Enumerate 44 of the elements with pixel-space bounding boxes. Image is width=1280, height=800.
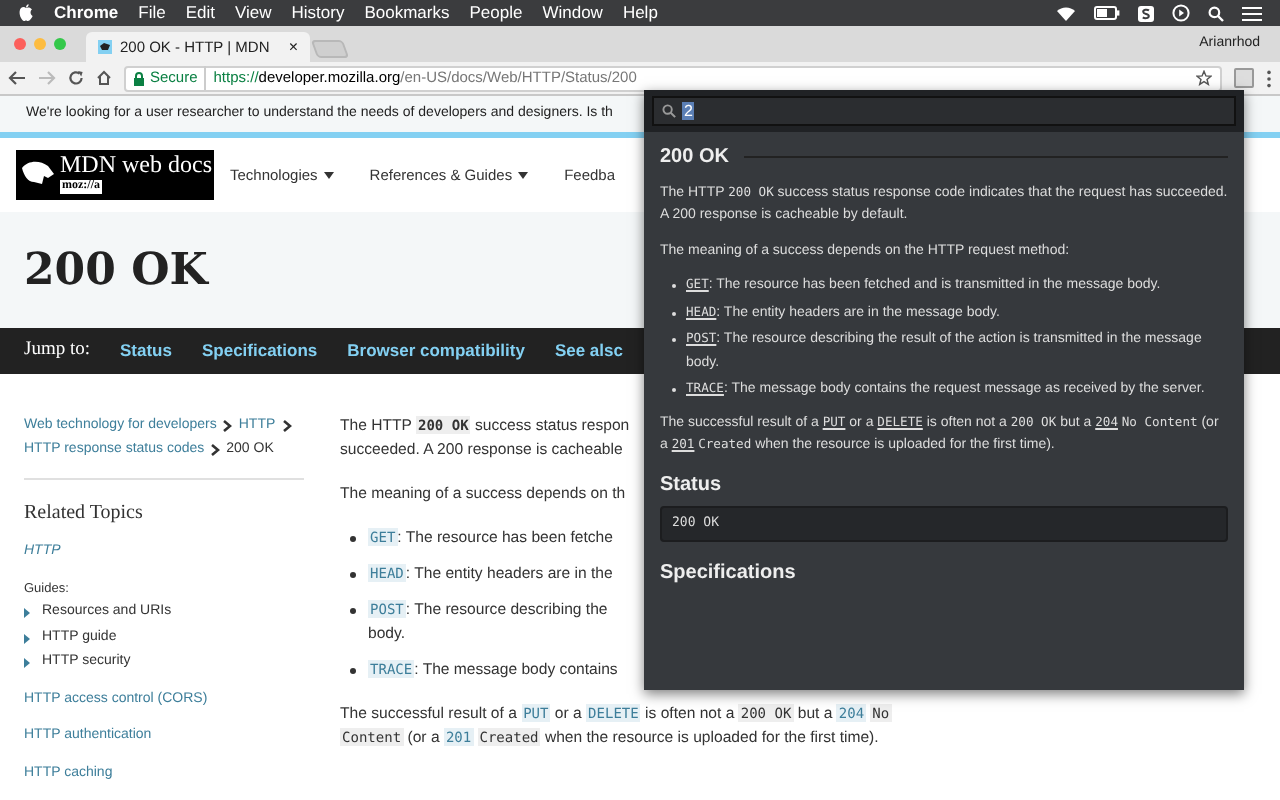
menu-item[interactable]: Bookmarks — [364, 0, 450, 26]
menu-item[interactable]: Window — [542, 0, 603, 26]
bullet-icon — [350, 536, 356, 542]
logo-title: MDN web docs — [60, 150, 212, 178]
menu-item[interactable]: People — [469, 0, 523, 26]
play-icon[interactable] — [1172, 4, 1190, 22]
lock-icon — [134, 71, 144, 85]
apple-icon[interactable] — [18, 4, 34, 22]
battery-icon[interactable] — [1094, 6, 1120, 20]
bullet-icon — [350, 608, 356, 614]
star-icon[interactable] — [1196, 70, 1212, 86]
triangle-icon[interactable] — [24, 633, 30, 643]
close-tab-button[interactable]: × — [288, 35, 298, 59]
wifi-icon[interactable] — [1056, 5, 1076, 21]
back-icon[interactable] — [8, 70, 26, 86]
jump-link[interactable]: See alsc — [554, 338, 623, 364]
chevron-icon — [281, 420, 292, 432]
search-icon — [662, 104, 676, 118]
menu-item[interactable]: History — [291, 0, 345, 26]
more-icon[interactable] — [1266, 69, 1272, 87]
jump-link[interactable]: Status — [120, 338, 172, 364]
jump-link[interactable]: Specifications — [201, 338, 318, 364]
home-icon[interactable] — [96, 70, 112, 86]
page-title: 200 OK — [24, 241, 208, 299]
menu-item[interactable]: Chrome — [54, 0, 119, 26]
search-icon[interactable] — [1208, 5, 1224, 21]
popup-title: 200 OK — [660, 146, 729, 169]
triangle-icon[interactable] — [24, 608, 30, 618]
menu-item[interactable]: Help — [622, 0, 658, 26]
list-icon[interactable] — [1242, 5, 1262, 21]
menu-item[interactable]: File — [138, 0, 166, 26]
sidebar-heading: Related Topics — [24, 500, 145, 528]
search-field[interactable]: 2 — [652, 96, 1236, 126]
jump-label: Jump to: — [24, 338, 90, 365]
jump-link[interactable]: Browser compatibility — [347, 338, 525, 364]
triangle-icon[interactable] — [24, 658, 30, 668]
menu-item[interactable]: View — [234, 0, 272, 26]
bullet-icon — [350, 572, 356, 578]
menu-item[interactable]: Edit — [185, 0, 215, 26]
status-heading: Status — [660, 473, 724, 496]
specifications-heading: Specifications — [660, 561, 798, 584]
reload-icon[interactable] — [68, 70, 84, 86]
app-icon[interactable] — [1138, 5, 1154, 21]
bullet-icon — [350, 668, 356, 674]
